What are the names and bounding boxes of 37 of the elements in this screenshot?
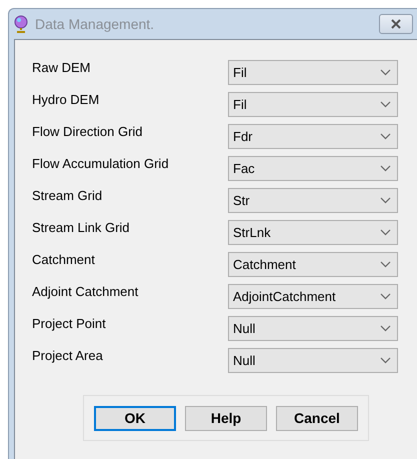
field-label: Stream Grid — [32, 188, 104, 202]
field-label: Raw DEM — [32, 60, 92, 74]
close-icon — [389, 19, 403, 29]
field-label: Project Point — [32, 316, 107, 330]
dropdown[interactable]: Null — [228, 348, 398, 372]
dropdown[interactable]: Null — [228, 316, 398, 340]
globe-icon — [13, 15, 29, 33]
chevron-down-icon — [380, 356, 391, 364]
field-label: Stream Link Grid — [32, 220, 131, 234]
field-label: Flow Accumulation Grid — [32, 156, 170, 170]
chevron-down-icon — [380, 164, 391, 172]
close-button[interactable] — [379, 14, 413, 34]
window-title: Data Management. — [35, 16, 156, 32]
chevron-down-icon — [380, 292, 391, 300]
chevron-down-icon — [380, 324, 391, 332]
field-label: Catchment — [32, 252, 96, 266]
dropdown[interactable]: Str — [228, 188, 398, 212]
chevron-down-icon — [380, 100, 391, 108]
chevron-down-icon — [380, 196, 391, 204]
dropdown[interactable]: AdjointCatchment — [228, 284, 398, 308]
chevron-down-icon — [380, 260, 391, 268]
dropdown[interactable]: Catchment — [228, 252, 398, 276]
dialog-button[interactable]: OK — [94, 406, 176, 430]
dropdown[interactable]: StrLnk — [228, 220, 398, 244]
chevron-down-icon — [380, 68, 391, 76]
field-label: Flow Direction Grid — [32, 124, 144, 138]
chevron-down-icon — [380, 228, 391, 236]
chevron-down-icon — [380, 132, 391, 140]
dialog-button[interactable]: Cancel — [276, 406, 358, 430]
dialog-button[interactable]: Help — [185, 406, 267, 430]
field-label: Hydro DEM — [32, 92, 100, 106]
dropdown[interactable]: Fil — [228, 60, 398, 84]
field-label: Adjoint Catchment — [32, 284, 140, 298]
field-label: Project Area — [32, 348, 104, 362]
dropdown[interactable]: Fdr — [228, 124, 398, 148]
dropdown[interactable]: Fil — [228, 92, 398, 116]
dropdown[interactable]: Fac — [228, 156, 398, 180]
